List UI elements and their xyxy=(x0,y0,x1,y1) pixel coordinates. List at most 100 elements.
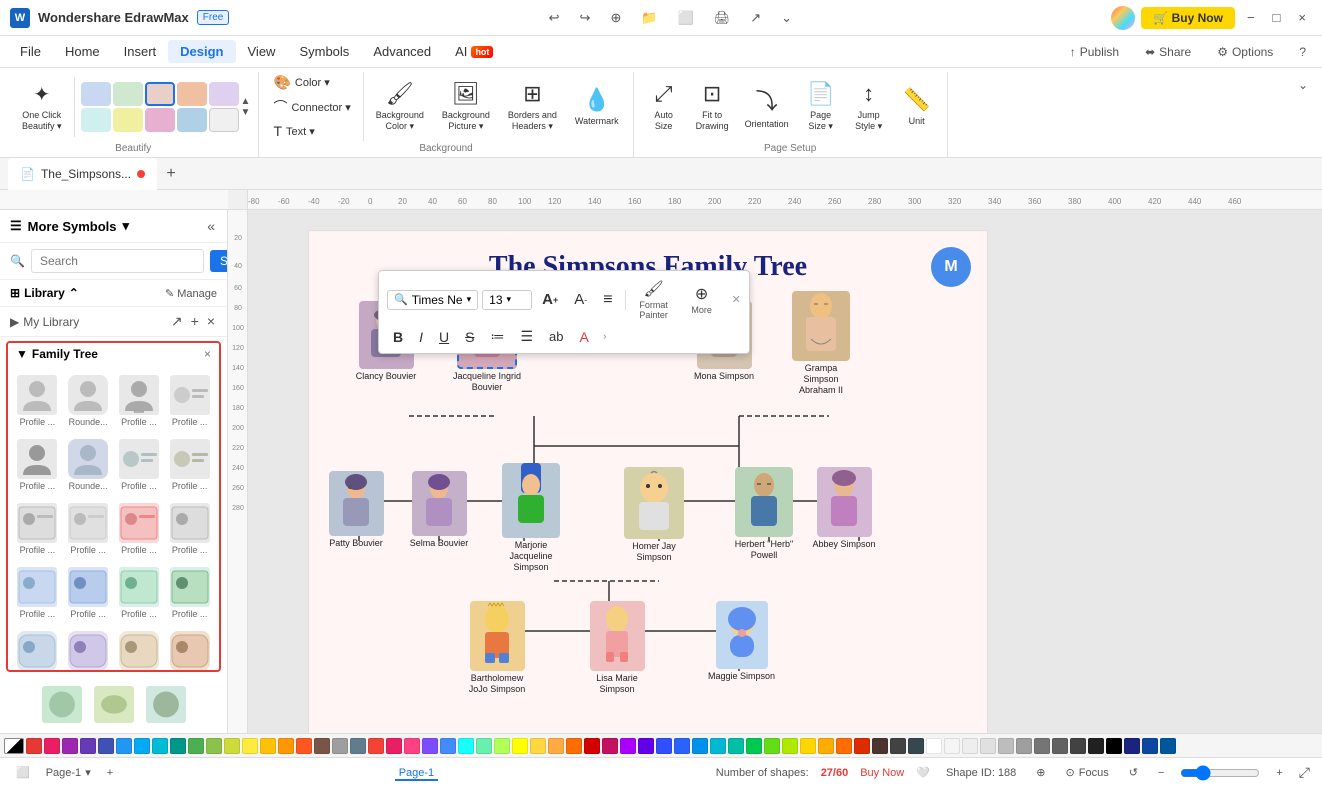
shape-item-8[interactable]: Profile ... xyxy=(166,435,213,495)
color-swatch[interactable] xyxy=(1142,738,1158,754)
shape-item-17[interactable]: Rounde... xyxy=(14,627,61,672)
color-swatch[interactable] xyxy=(134,738,150,754)
underline-btn[interactable]: U xyxy=(433,327,455,347)
color-swatch[interactable] xyxy=(818,738,834,754)
my-library-label[interactable]: ▶ My Library xyxy=(10,315,79,329)
highlight-btn[interactable]: ab xyxy=(543,327,569,346)
color-swatch[interactable] xyxy=(188,738,204,754)
layers-btn[interactable]: ⊕ xyxy=(1032,764,1049,781)
menu-insert[interactable]: Insert xyxy=(112,40,169,63)
color-swatch[interactable] xyxy=(26,738,42,754)
my-library-close-icon[interactable]: × xyxy=(205,311,217,332)
tab-simpsons[interactable]: 📄 The_Simpsons... xyxy=(8,158,157,190)
color-swatch[interactable] xyxy=(1016,738,1032,754)
color-swatch[interactable] xyxy=(800,738,816,754)
color-swatch[interactable] xyxy=(764,738,780,754)
color-swatch[interactable] xyxy=(728,738,744,754)
more-format-btn[interactable]: ⊕ More xyxy=(680,282,724,317)
format-collapse-icon[interactable]: ✕ xyxy=(732,293,741,306)
shape-item-1[interactable]: Profile ... xyxy=(14,371,61,431)
save-btn[interactable]: ⬜ xyxy=(672,8,700,28)
color-swatch[interactable] xyxy=(404,738,420,754)
shape-item-4[interactable]: Profile ... xyxy=(166,371,213,431)
font-color-btn[interactable]: A xyxy=(574,327,595,347)
shape-item-13[interactable]: Profile ... xyxy=(14,563,61,623)
minimize-btn[interactable]: − xyxy=(1241,8,1261,27)
loop-btn[interactable]: ↺ xyxy=(1125,764,1142,781)
color-swatch[interactable] xyxy=(530,738,546,754)
more-shape-2[interactable] xyxy=(92,682,136,727)
style-btn-10[interactable] xyxy=(209,108,239,132)
shape-item-9[interactable]: Profile ... xyxy=(14,499,61,559)
text-btn[interactable]: T Text ▾ xyxy=(267,121,356,141)
menu-view[interactable]: View xyxy=(236,40,288,63)
shape-item-3[interactable]: Name Profile ... xyxy=(116,371,163,431)
style-btn-1[interactable] xyxy=(81,82,111,106)
style-btn-8[interactable] xyxy=(145,108,175,132)
shape-item-2[interactable]: Rounde... xyxy=(65,371,112,431)
auto-size-btn[interactable]: ⤢ AutoSize xyxy=(642,77,686,136)
library-label[interactable]: ⊞ Library ⌃ xyxy=(10,286,79,300)
more-btn[interactable]: ⌄ xyxy=(775,8,798,28)
focus-btn[interactable]: ⊙ Focus xyxy=(1062,764,1113,781)
color-swatch[interactable] xyxy=(512,738,528,754)
shape-item-14[interactable]: Profile ... xyxy=(65,563,112,623)
publish-btn[interactable]: ↑ Publish xyxy=(1062,42,1127,62)
share-btn[interactable]: ⬌ Share xyxy=(1137,42,1199,62)
color-swatch[interactable] xyxy=(1052,738,1068,754)
borders-btn[interactable]: ⊞ Borders andHeaders ▾ xyxy=(502,77,563,136)
menu-symbols[interactable]: Symbols xyxy=(287,40,361,63)
menu-advanced[interactable]: Advanced xyxy=(361,40,443,63)
color-swatch[interactable] xyxy=(836,738,852,754)
menu-design[interactable]: Design xyxy=(168,40,235,63)
search-button[interactable]: Search xyxy=(210,250,228,272)
color-swatch[interactable] xyxy=(548,738,564,754)
font-family-selector[interactable]: 🔍 Times Ne ▾ xyxy=(387,290,478,310)
new-btn[interactable]: ⊕ xyxy=(604,8,627,28)
color-swatch[interactable] xyxy=(350,738,366,754)
color-swatch[interactable] xyxy=(260,738,276,754)
watermark-btn[interactable]: 💧 Watermark xyxy=(569,83,625,131)
page-size-btn[interactable]: 📄 PageSize ▾ xyxy=(799,77,843,136)
shape-item-20[interactable]: Rounde... xyxy=(166,627,213,672)
color-swatch[interactable] xyxy=(1070,738,1086,754)
color-swatch[interactable] xyxy=(494,738,510,754)
color-swatch[interactable] xyxy=(368,738,384,754)
connector-btn[interactable]: ⌒ Connector ▾ xyxy=(267,95,356,119)
export-btn[interactable]: ↗ xyxy=(744,8,767,28)
shape-item-10[interactable]: Profile ... xyxy=(65,499,112,559)
color-swatch[interactable] xyxy=(44,738,60,754)
color-swatch[interactable] xyxy=(332,738,348,754)
color-swatch[interactable] xyxy=(476,738,492,754)
color-swatch[interactable] xyxy=(440,738,456,754)
close-btn[interactable]: × xyxy=(1292,8,1312,27)
format-painter-btn[interactable]: 🖌 FormatPainter xyxy=(632,277,676,322)
style-btn-4[interactable] xyxy=(177,82,207,106)
menu-file[interactable]: File xyxy=(8,40,53,63)
color-swatch[interactable] xyxy=(854,738,870,754)
print-btn[interactable]: 🖨 xyxy=(708,8,737,28)
italic-btn[interactable]: I xyxy=(413,327,429,347)
family-tree-close-icon[interactable]: × xyxy=(204,347,211,361)
buy-now-status[interactable]: Buy Now xyxy=(860,767,904,779)
color-swatch[interactable] xyxy=(998,738,1014,754)
color-swatch[interactable] xyxy=(1160,738,1176,754)
color-swatch[interactable] xyxy=(170,738,186,754)
buy-now-button[interactable]: 🛒 Buy Now xyxy=(1141,7,1235,29)
color-swatch[interactable] xyxy=(710,738,726,754)
color-swatch[interactable] xyxy=(98,738,114,754)
more-shape-3[interactable] xyxy=(144,682,188,727)
shape-item-12[interactable]: Profile ... xyxy=(166,499,213,559)
color-swatch[interactable] xyxy=(656,738,672,754)
help-btn[interactable]: ? xyxy=(1291,42,1314,62)
canvas-area[interactable]: 20 40 60 80 100 120 140 160 180 200 220 … xyxy=(228,210,1322,733)
bullet-list-btn[interactable]: ☰ xyxy=(514,326,539,347)
redo-btn[interactable]: ↪ xyxy=(574,8,597,28)
bg-picture-btn[interactable]: 🖼 BackgroundPicture ▾ xyxy=(436,77,496,136)
shape-item-7[interactable]: Profile ... xyxy=(116,435,163,495)
shrink-font-btn[interactable]: A- xyxy=(568,289,593,310)
color-swatch[interactable] xyxy=(1124,738,1140,754)
color-swatch[interactable] xyxy=(296,738,312,754)
color-swatch[interactable] xyxy=(242,738,258,754)
color-swatch[interactable] xyxy=(80,738,96,754)
